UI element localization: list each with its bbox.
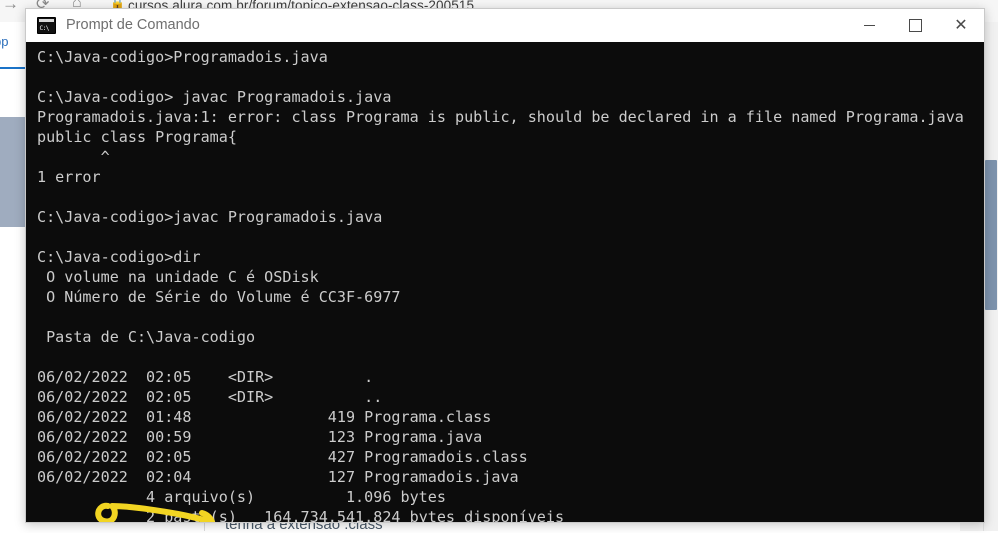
left-text-fragment: pp bbox=[0, 34, 9, 49]
browser-scrollbar-thumb[interactable] bbox=[985, 160, 997, 310]
minimize-button[interactable] bbox=[846, 9, 892, 41]
close-button[interactable]: ✕ bbox=[938, 9, 984, 41]
browser-scrollbar-track[interactable] bbox=[983, 22, 998, 531]
console-app-icon: C:\ bbox=[37, 16, 56, 34]
console-icon-label: C:\ bbox=[39, 24, 50, 32]
terminal-text: C:\Java-codigo>Programadois.java C:\Java… bbox=[37, 48, 964, 523]
window-controls: ✕ bbox=[846, 9, 984, 41]
command-prompt-window[interactable]: C:\ Prompt de Comando ✕ C:\Java-codigo>P… bbox=[25, 8, 985, 523]
window-titlebar[interactable]: C:\ Prompt de Comando ✕ bbox=[26, 9, 984, 42]
maximize-icon bbox=[908, 18, 922, 32]
close-icon: ✕ bbox=[954, 15, 968, 34]
minimize-icon bbox=[863, 24, 875, 26]
window-title: Prompt de Comando bbox=[66, 17, 200, 33]
maximize-button[interactable] bbox=[892, 9, 938, 41]
forward-icon[interactable]: → bbox=[2, 0, 19, 14]
left-gray-block bbox=[0, 117, 28, 227]
terminal-output-area[interactable]: C:\Java-codigo>Programadois.java C:\Java… bbox=[26, 42, 984, 523]
